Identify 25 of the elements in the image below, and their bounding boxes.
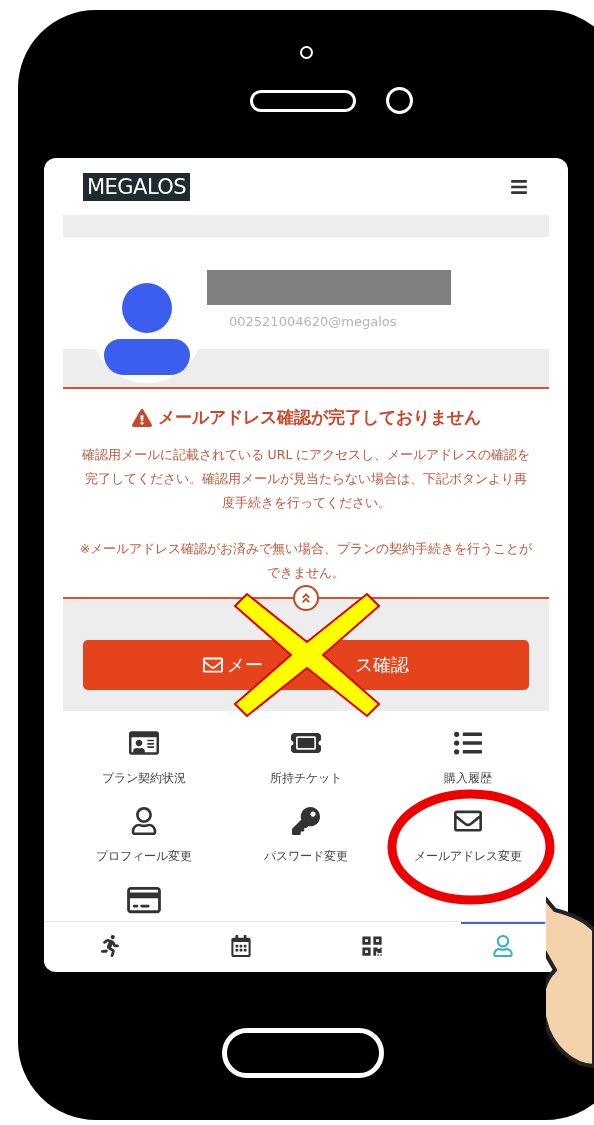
menu-item[interactable]: プロフィール変更 (63, 806, 225, 871)
id-card-icon (129, 728, 159, 757)
alert-note: ※メールアドレス確認がお済みで無い場合、プランの契約手続きを行うことができません。 (79, 539, 533, 582)
menu-item[interactable]: 購入履歴 (387, 728, 549, 793)
camera-icon (300, 46, 313, 59)
calendar-icon (229, 935, 252, 957)
sensor-icon (386, 87, 413, 114)
email-text: 002521004620@megalos (229, 313, 398, 331)
qr-code-icon (360, 935, 383, 957)
menu-item[interactable]: 所持チケット (225, 728, 387, 793)
alert-title: メールアドレス確認が完了しておりません (157, 406, 481, 429)
credit-card-icon (127, 884, 161, 915)
collapse-button[interactable] (293, 584, 319, 611)
speaker-icon (250, 89, 356, 112)
running-person-icon (98, 935, 121, 957)
key-icon (291, 806, 321, 835)
warning-icon (131, 407, 152, 428)
logo: MEGALOS (83, 172, 191, 201)
menu-item[interactable]: プラン契約状況 (63, 728, 225, 793)
double-chevron-icon (300, 591, 312, 604)
alert-message: 確認用メールに記載されている URL にアクセスし、メールアドレスの確認を完了してください。確認用メールが見当たらない場合は、下記ボタンより再度手続きを行ってください。 (80, 445, 532, 512)
user-icon (129, 806, 159, 835)
menu-icon[interactable] (510, 177, 528, 196)
user-icon (491, 935, 514, 957)
menu-item[interactable]: パスワード変更 (225, 806, 387, 871)
